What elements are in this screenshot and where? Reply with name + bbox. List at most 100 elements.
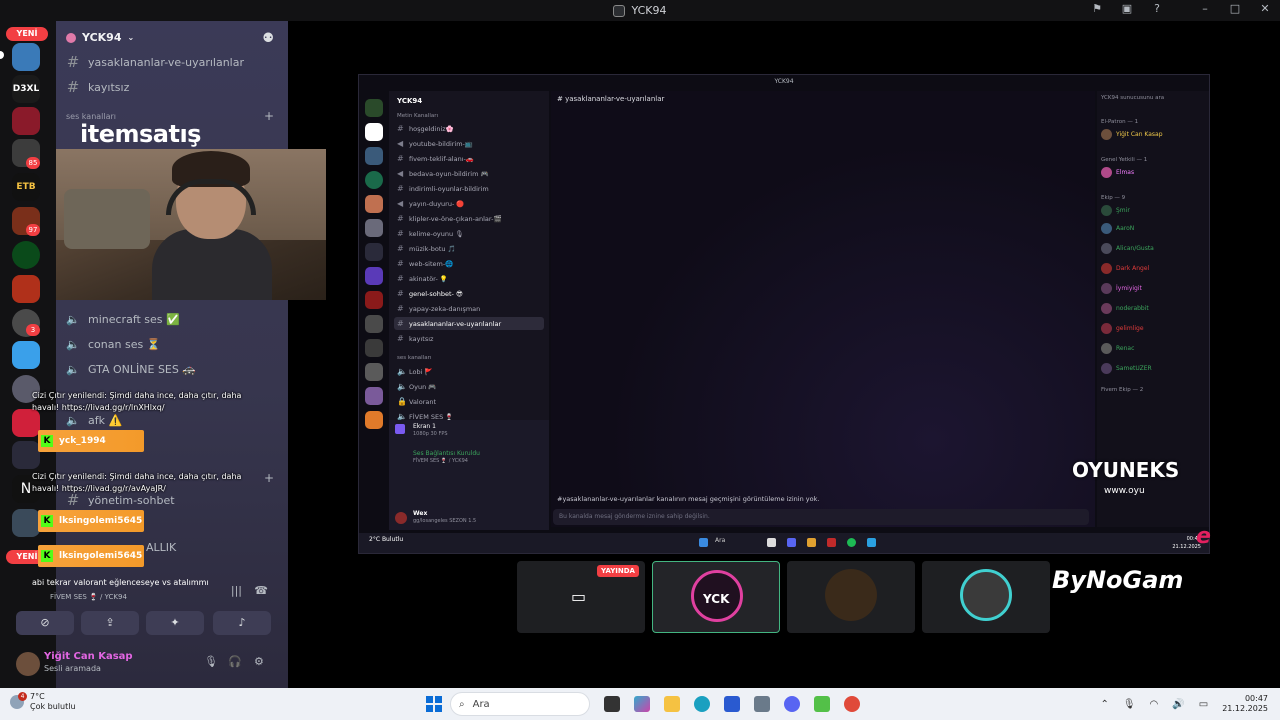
inner-server-icon[interactable] [365,171,383,189]
copilot-icon[interactable] [634,696,650,712]
minimize-icon[interactable]: – [1198,2,1212,16]
server-icon[interactable] [12,241,40,269]
inner-message-input[interactable]: Bu kanalda mesaj gönderme iznine sahip d… [553,509,1089,525]
channel-item[interactable]: # yasaklananlar-ve-uyarılanlar [66,53,244,71]
discord-icon[interactable] [784,696,800,712]
inner-server-icon[interactable] [365,411,383,429]
inner-app-icon[interactable] [807,538,816,547]
inner-app-icon[interactable] [867,538,876,547]
inner-voice-category[interactable]: ses kanalları [397,355,431,361]
inbox-icon[interactable]: ⚑ [1090,2,1104,16]
inner-server-icon[interactable] [365,291,383,309]
inner-search[interactable]: YCK94 sunucusunu ara [1101,95,1164,101]
server-icon-etb[interactable]: ETB [12,173,40,201]
server-icon[interactable] [12,341,40,369]
inner-server-icon[interactable] [365,267,383,285]
inner-channel[interactable]: # web-sitem-🌐 [397,259,453,268]
stream-tile-user[interactable] [787,561,915,633]
mic-icon[interactable]: 🎙 [1123,699,1136,710]
member-row[interactable]: Alican/Gusta [1101,243,1154,254]
server-icon[interactable] [12,107,40,135]
inner-app-icon[interactable] [787,538,796,547]
inner-voice-channel[interactable]: 🔈 Lobi 🚩 [397,367,433,376]
inner-start-icon[interactable] [699,538,708,547]
inner-channel[interactable]: ◀ youtube-bildirim-📺 [397,139,473,148]
member-row[interactable]: noderabbit [1101,303,1149,314]
inner-voice-channel[interactable]: 🔒 Valorant [397,397,436,406]
edge-icon[interactable] [694,696,710,712]
maximize-icon[interactable]: □ [1228,2,1242,16]
waveform-icon[interactable]: ||| [231,584,242,597]
inner-app-icon[interactable] [767,538,776,547]
inner-server-icon[interactable] [365,387,383,405]
chrome-icon[interactable] [844,696,860,712]
settings-icon[interactable]: ⚙ [254,655,264,668]
inner-channel[interactable]: ◀ bedava-oyun-bildirim 🎮 [397,169,489,178]
member-row[interactable]: AaroN [1101,223,1134,234]
server-header[interactable]: YCK94 ⌄ [66,31,134,44]
screen-icon[interactable]: ▣ [1120,2,1134,16]
inner-channel[interactable]: # indirimli-oyunlar-bildirim [397,184,489,193]
activities-button[interactable]: ✦ [146,611,204,635]
inner-channel[interactable]: # fivem-teklif-alanı-🚗 [397,154,474,163]
inner-channel-active[interactable]: # yasaklananlar-ve-uyarılanlar [394,317,544,330]
member-row[interactable]: Elmas [1101,167,1134,178]
inner-channel[interactable]: # genel-sohbet- 😎 [397,289,463,298]
app-icon[interactable] [814,696,830,712]
server-icon[interactable] [12,43,40,71]
member-row[interactable]: SametUZER [1101,363,1152,374]
battery-icon[interactable]: ▭ [1199,699,1208,710]
avatar[interactable] [16,652,40,676]
task-view-icon[interactable] [604,696,620,712]
chevron-up-icon[interactable]: ⌃ [1100,699,1108,710]
screen-share-button[interactable]: ⇪ [81,611,139,635]
inner-channel[interactable]: # yapay-zeka-danışman [397,304,480,313]
inner-channel[interactable]: # klipler-ve-öne-çıkan-anlar-🎬 [397,214,502,223]
stream-tile-user[interactable] [922,561,1050,633]
inner-app-icon[interactable] [827,538,836,547]
speaker-icon[interactable]: 🔊 [1172,699,1184,710]
member-row[interactable]: Şmir [1101,205,1130,216]
inner-server-name[interactable]: YCK94 [397,97,422,105]
inner-server-icon[interactable] [365,339,383,357]
voice-channel[interactable]: 🔈 minecraft ses ✅ [66,313,180,326]
clock[interactable]: 00:47 21.12.2025 [1222,694,1268,714]
voice-channel[interactable]: 🔈 conan ses ⏳ [66,338,160,351]
add-channel-icon[interactable]: + [264,471,274,485]
inner-server-icon[interactable] [365,123,383,141]
inner-server-icon[interactable] [365,243,383,261]
member-row[interactable]: Dark Angel [1101,263,1149,274]
channel-item[interactable]: ALLIK [146,541,176,554]
inner-channel[interactable]: # kayıtsız [397,334,433,343]
voice-channel[interactable]: 🔈 afk ⚠️ [66,414,122,427]
inner-search[interactable]: Ara [715,537,725,544]
server-icon-d3xl[interactable]: D3XL [12,75,40,103]
camera-button[interactable]: ⊘ [16,611,74,635]
inner-channel[interactable]: ◀ yayın-duyuru- 🔴 [397,199,464,208]
stream-tile-yck[interactable]: YCK [652,561,780,633]
start-button[interactable] [426,696,442,712]
server-icon[interactable] [12,509,40,537]
mic-icon[interactable]: 🎙 [204,655,218,668]
server-icon[interactable] [12,275,40,303]
settings-app-icon[interactable] [754,696,770,712]
add-channel-icon[interactable]: + [264,109,274,123]
file-explorer-icon[interactable] [664,696,680,712]
headphones-icon[interactable]: 🎧 [228,655,242,668]
inner-channel[interactable]: # hoşgeldiniz🌸 [397,124,454,133]
disconnect-icon[interactable]: ☎ [254,584,268,597]
member-row[interactable]: Yiğit Can Kasap [1101,129,1163,140]
inner-server-icon[interactable] [365,147,383,165]
help-icon[interactable]: ? [1150,2,1164,16]
inner-avatar[interactable] [395,512,407,524]
channel-item[interactable]: # kayıtsız [66,78,130,96]
inner-server-icon[interactable] [365,219,383,237]
inner-channel[interactable]: # kelime-oyunu 🎙 [397,229,463,238]
inner-voice-channel[interactable]: 🔈 Oyun 🎮 [397,382,436,391]
invite-icon[interactable]: ⚉ [262,31,274,46]
inner-channel[interactable]: # müzik-botu 🎵 [397,244,456,253]
taskbar-search[interactable]: ⌕ Ara [450,692,590,716]
voice-channel[interactable]: 🔈 GTA ONLİNE SES 🚓 [66,363,196,376]
inner-channel[interactable]: # akinatör- 💡 [397,274,448,283]
store-icon[interactable] [724,696,740,712]
